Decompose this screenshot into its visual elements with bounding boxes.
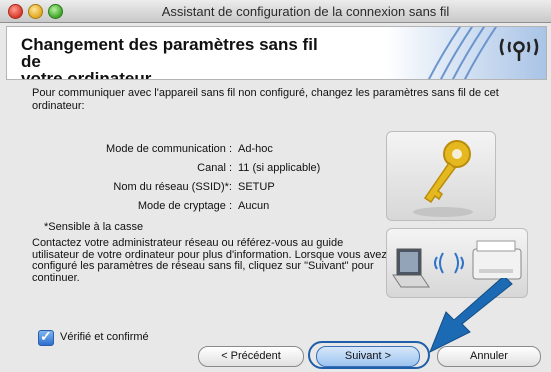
next-button[interactable]: Suivant > [316, 346, 420, 367]
instruction-text: Contactez votre administrateur réseau ou… [32, 237, 387, 284]
previous-button[interactable]: < Précédent [198, 346, 304, 367]
key-icon [413, 140, 473, 217]
page-title: Changement des paramètres sans fil de vo… [21, 35, 341, 80]
key-illustration [386, 131, 496, 221]
param-value: Ad-hoc [238, 143, 273, 155]
verified-checkbox-label: Vérifié et confirmé [60, 331, 149, 343]
zoom-window-button[interactable] [48, 4, 63, 19]
checkmark-icon: ✓ [40, 328, 52, 344]
wireless-waves-icon [386, 27, 546, 79]
title-bar: Assistant de configuration de la connexi… [0, 0, 551, 23]
param-label: Canal : [197, 162, 232, 174]
page-title-line1: Changement des paramètres sans fil de [21, 35, 318, 71]
intro-text: Pour communiquer avec l'appareil sans fi… [32, 87, 499, 112]
cancel-button[interactable]: Annuler [437, 346, 541, 367]
param-label: Mode de cryptage : [137, 200, 232, 212]
param-row-ssid: Nom du réseau (SSID)*: SETUP [40, 181, 380, 195]
param-row-encryption: Mode de cryptage : Aucun [40, 200, 380, 214]
verified-checkbox[interactable]: ✓ [38, 328, 54, 346]
param-value: SETUP [238, 181, 275, 193]
header-banner: Changement des paramètres sans fil de vo… [6, 26, 547, 80]
param-label: Mode de communication : [106, 143, 232, 155]
param-value: Aucun [238, 200, 270, 212]
param-row-channel: Canal : 11 (si applicable) [40, 162, 380, 176]
minimize-window-button[interactable] [28, 4, 43, 19]
param-label: Nom du réseau (SSID)*: [113, 181, 232, 193]
page-title-line2: votre ordinateur [21, 69, 152, 80]
param-row-mode: Mode de communication : Ad-hoc [40, 143, 380, 157]
param-value: 11 (si applicable) [238, 162, 321, 174]
close-window-button[interactable] [8, 4, 23, 19]
case-sensitive-note: *Sensible à la casse [44, 221, 144, 233]
wizard-window: Assistant de configuration de la connexi… [0, 0, 551, 372]
window-title: Assistant de configuration de la connexi… [161, 4, 450, 19]
